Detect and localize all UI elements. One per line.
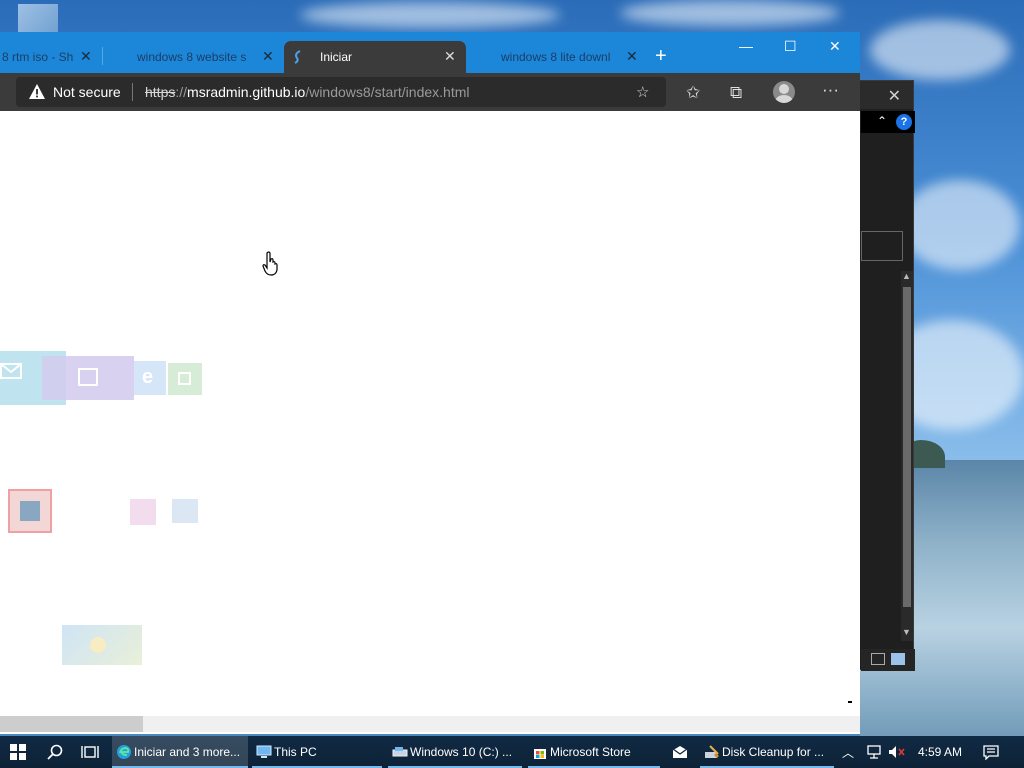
tab-loading-icon — [294, 50, 301, 64]
scrollbar-thumb[interactable] — [903, 287, 911, 607]
warning-icon[interactable] — [28, 83, 46, 100]
horizontal-scrollbar[interactable] — [0, 716, 860, 732]
drive-icon — [392, 747, 408, 757]
url-text[interactable]: https://msradmin.github.io/windows8/star… — [145, 84, 470, 100]
recycle-bin-icon[interactable] — [18, 4, 58, 32]
flower-icon — [90, 637, 106, 653]
tab-close-icon[interactable]: ✕ — [626, 48, 638, 65]
taskbar-this-pc[interactable]: This PC — [252, 736, 382, 768]
tab-close-icon[interactable]: ✕ — [80, 48, 92, 65]
taskbar-app-label: This PC — [274, 745, 317, 759]
profile-avatar[interactable] — [773, 81, 795, 103]
store-icon — [178, 372, 191, 385]
store-tile[interactable] — [168, 363, 202, 395]
tab-label: Iniciar — [320, 50, 353, 64]
tab-8-rtm-iso[interactable]: 8 rtm iso - Sh ✕ — [0, 41, 100, 73]
help-icon[interactable]: ? — [896, 114, 912, 130]
close-button[interactable]: ✕ — [829, 38, 841, 55]
tab-close-icon[interactable]: ✕ — [444, 48, 456, 65]
hand-cursor-icon — [262, 251, 278, 276]
music-tile[interactable] — [8, 489, 52, 533]
url-separator: :// — [175, 84, 188, 100]
ie-tile[interactable]: e — [134, 361, 166, 395]
tab-windows-8-website[interactable]: windows 8 website s ✕ — [105, 41, 283, 73]
tab-close-icon[interactable]: ✕ — [262, 48, 274, 65]
video-tile[interactable] — [130, 499, 156, 525]
new-tab-button[interactable]: + — [655, 46, 667, 66]
tab-label: 8 rtm iso - Sh — [2, 50, 74, 64]
edge-icon — [117, 745, 131, 759]
tab-label: windows 8 lite downl — [501, 50, 611, 64]
taskbar-windows-10-drive[interactable]: Windows 10 (C:) ... — [388, 736, 522, 768]
disk-cleanup-icon — [705, 745, 719, 758]
wallpaper-cloud — [620, 0, 840, 26]
taskbar-disk-cleanup[interactable]: Disk Cleanup for ... — [700, 736, 834, 768]
page-content[interactable]: e — [0, 111, 860, 716]
calendar-icon — [78, 368, 98, 386]
add-favorite-icon[interactable]: ☆ — [636, 83, 649, 101]
taskbar-microsoft-store[interactable]: Microsoft Store — [528, 736, 660, 768]
search-icon[interactable] — [47, 744, 63, 760]
action-center-icon[interactable] — [983, 745, 999, 760]
background-window-statusbar — [861, 649, 915, 671]
browser-toolbar: Not secure https://msradmin.github.io/wi… — [0, 73, 860, 111]
scroll-down-icon[interactable]: ▼ — [902, 627, 911, 637]
task-view-icon[interactable] — [81, 744, 99, 760]
url-host: msradmin.github.io — [187, 84, 306, 100]
taskbar: Iniciar and 3 more... This PC Windows 10… — [0, 736, 1024, 768]
horizontal-scrollbar-thumb[interactable] — [0, 716, 143, 732]
taskbar-app-label: Windows 10 (C:) ... — [410, 745, 513, 759]
clock[interactable]: 4:59 AM — [918, 745, 962, 759]
wallpaper-cloud — [870, 20, 1010, 80]
collections-icon[interactable]: ⧉ — [730, 83, 742, 103]
taskbar-app-label: Disk Cleanup for ... — [722, 745, 825, 759]
computer-icon — [256, 745, 272, 758]
minimize-button[interactable]: — — [739, 38, 753, 54]
address-divider — [132, 83, 133, 101]
tab-windows-8-lite[interactable]: windows 8 lite downl ✕ — [468, 41, 646, 73]
taskbar-app-label: Iniciar and 3 more... — [134, 745, 241, 759]
photos-tile[interactable] — [172, 499, 198, 523]
taskbar-app-label: Microsoft Store — [550, 745, 631, 759]
volume-muted-icon[interactable] — [888, 745, 906, 759]
windows-start-icon[interactable] — [10, 744, 26, 760]
page-marker — [848, 701, 852, 703]
store-bag-icon — [534, 749, 546, 759]
music-icon — [20, 501, 40, 521]
calendar-tile[interactable] — [42, 356, 134, 400]
browser-window[interactable]: 8 rtm iso - Sh ✕ windows 8 website s ✕ I… — [0, 32, 860, 734]
tab-label: windows 8 website s — [137, 50, 247, 64]
wallpaper-cloud — [300, 2, 560, 28]
more-icon[interactable]: ··· — [822, 80, 839, 100]
large-icons-view-icon[interactable] — [891, 653, 905, 665]
background-window-search-input[interactable] — [861, 231, 903, 261]
favorites-icon[interactable]: ✩ — [686, 83, 700, 103]
url-protocol: https — [145, 84, 176, 100]
details-view-icon[interactable] — [871, 653, 885, 665]
network-icon[interactable] — [866, 745, 882, 759]
wallpaper-cloud — [900, 180, 1020, 270]
scroll-up-icon[interactable]: ▲ — [902, 271, 911, 281]
chevron-up-icon[interactable]: ⌃ — [877, 114, 887, 128]
tab-iniciar[interactable]: Iniciar ✕ — [284, 41, 466, 73]
security-label[interactable]: Not secure — [53, 84, 121, 100]
show-hidden-icons-chevron-icon[interactable]: ︿ — [842, 744, 854, 761]
tab-strip[interactable]: 8 rtm iso - Sh ✕ windows 8 website s ✕ I… — [0, 32, 860, 73]
background-window-close-icon[interactable]: ✕ — [888, 86, 901, 106]
desktop-tile[interactable] — [62, 625, 142, 665]
tab-separator — [102, 47, 103, 65]
mail-icon — [0, 363, 22, 379]
internet-explorer-icon: e — [142, 366, 154, 388]
taskbar-edge[interactable]: Iniciar and 3 more... — [112, 736, 248, 768]
address-bar[interactable]: Not secure https://msradmin.github.io/wi… — [16, 77, 666, 107]
mail-taskbar-icon[interactable] — [672, 745, 688, 759]
background-window-scrollbar[interactable]: ▲ ▼ — [901, 271, 913, 641]
url-path: /windows8/start/index.html — [305, 84, 470, 100]
maximize-button[interactable]: ☐ — [784, 38, 797, 55]
